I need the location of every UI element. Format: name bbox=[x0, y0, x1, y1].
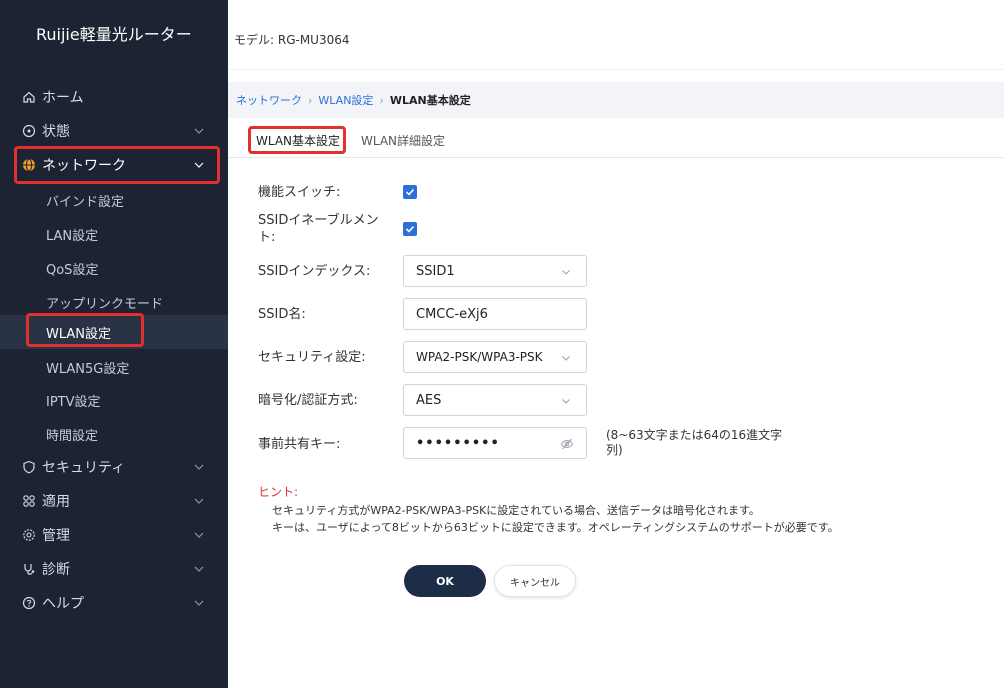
security-label: セキュリティ設定: bbox=[258, 350, 366, 365]
chevron-down-icon bbox=[562, 270, 570, 275]
chevron-down-icon bbox=[194, 464, 204, 470]
security-select[interactable]: WPA2-PSK/WPA3-PSK bbox=[403, 341, 587, 373]
ssid-name-value: CMCC-eXj6 bbox=[416, 306, 488, 322]
breadcrumb-separator: › bbox=[308, 93, 313, 107]
sidebar-item-label: ヘルプ bbox=[42, 596, 84, 612]
psk-note-line2: 列) bbox=[606, 443, 623, 457]
breadcrumb-link-wlan[interactable]: WLAN設定 bbox=[318, 92, 373, 108]
tab-wlan-basic[interactable]: WLAN基本設定 bbox=[256, 132, 340, 149]
sidebar-item-label: 管理 bbox=[42, 528, 70, 544]
check-icon bbox=[405, 225, 415, 233]
cancel-button[interactable]: キャンセル bbox=[494, 565, 576, 597]
psk-note-line1: (8~63文字または64の16進文字 bbox=[606, 428, 783, 442]
sidebar-subitem-label: WLAN5G設定 bbox=[46, 361, 130, 377]
hint-title: ヒント: bbox=[258, 485, 299, 499]
check-icon bbox=[405, 188, 415, 196]
sidebar-item-label: ネットワーク bbox=[42, 158, 126, 174]
ssid-index-select[interactable]: SSID1 bbox=[403, 255, 587, 287]
sidebar-subitem-iptv[interactable]: IPTV設定 bbox=[0, 383, 228, 417]
status-icon bbox=[22, 124, 36, 138]
breadcrumb: ネットワーク › WLAN設定 › WLAN基本設定 bbox=[228, 82, 1004, 118]
sidebar-item-label: ホーム bbox=[42, 90, 84, 106]
hint-line: キーは、ユーザによって8ビットから63ビットに設定できます。オペレーティングシス… bbox=[272, 521, 839, 534]
sidebar-subitem-uplink[interactable]: アップリンクモード bbox=[0, 285, 228, 319]
psk-note: (8~63文字または64の16進文字 列) bbox=[606, 428, 826, 458]
sidebar-item-status[interactable]: 状態 bbox=[0, 114, 228, 148]
app-root: Ruijie軽量光ルーター ホーム 状態 ネットワーク バインド設定 LAN設定… bbox=[0, 0, 1004, 688]
sidebar-subitem-wlan5g[interactable]: WLAN5G設定 bbox=[0, 350, 228, 384]
psk-label: 事前共有キー: bbox=[258, 437, 341, 452]
sidebar-subitem-label: バインド設定 bbox=[46, 194, 125, 210]
encryption-label: 暗号化/認証方式: bbox=[258, 393, 358, 408]
brand-title: Ruijie軽量光ルーター bbox=[36, 25, 192, 44]
ssid-enable-label-line2: ト: bbox=[258, 230, 276, 245]
model-label: モデル: RG-MU3064 bbox=[234, 33, 350, 47]
encryption-select[interactable]: AES bbox=[403, 384, 587, 416]
breadcrumb-separator: › bbox=[379, 93, 384, 107]
breadcrumb-current: WLAN基本設定 bbox=[389, 94, 471, 107]
chevron-down-icon bbox=[194, 600, 204, 606]
ssid-enable-label: SSIDイネーブルメン ト: bbox=[258, 212, 379, 246]
ssid-name-input[interactable]: CMCC-eXj6 bbox=[403, 298, 587, 330]
sidebar: Ruijie軽量光ルーター ホーム 状態 ネットワーク バインド設定 LAN設定… bbox=[0, 0, 228, 688]
breadcrumb-link-network[interactable]: ネットワーク bbox=[236, 92, 302, 108]
globe-icon bbox=[22, 158, 36, 172]
sidebar-subitem-label: IPTV設定 bbox=[46, 394, 101, 410]
chevron-down-icon bbox=[194, 566, 204, 572]
sidebar-subitem-label: 時間設定 bbox=[46, 428, 99, 444]
psk-value: ••••••••• bbox=[416, 435, 500, 451]
sidebar-item-security[interactable]: セキュリティ bbox=[0, 450, 228, 484]
ssid-index-value: SSID1 bbox=[416, 263, 455, 279]
sidebar-item-manage[interactable]: 管理 bbox=[0, 518, 228, 552]
sidebar-item-network[interactable]: ネットワーク bbox=[0, 148, 228, 182]
sidebar-subitem-time[interactable]: 時間設定 bbox=[0, 417, 228, 451]
help-icon bbox=[22, 596, 36, 610]
tab-wlan-advanced[interactable]: WLAN詳細設定 bbox=[361, 132, 445, 149]
sidebar-item-home[interactable]: ホーム bbox=[0, 80, 228, 114]
tab-bar: WLAN基本設定 WLAN詳細設定 bbox=[228, 124, 1004, 158]
sidebar-subitem-label: WLAN設定 bbox=[46, 326, 112, 342]
sidebar-subitem-wlan[interactable]: WLAN設定 bbox=[0, 315, 228, 349]
ssid-index-label: SSIDインデックス: bbox=[258, 264, 371, 279]
sidebar-subitem-lan[interactable]: LAN設定 bbox=[0, 217, 228, 251]
home-icon bbox=[22, 90, 36, 104]
encryption-value: AES bbox=[416, 392, 442, 408]
sidebar-subitem-qos[interactable]: QoS設定 bbox=[0, 251, 228, 285]
sidebar-item-diagnose[interactable]: 診断 bbox=[0, 552, 228, 586]
ssid-enable-label-line1: SSIDイネーブルメン bbox=[258, 213, 379, 228]
apps-icon bbox=[22, 494, 36, 508]
eye-off-icon[interactable] bbox=[560, 437, 574, 451]
chevron-down-icon bbox=[194, 532, 204, 538]
sidebar-subitem-label: QoS設定 bbox=[46, 262, 99, 278]
ssid-name-label: SSID名: bbox=[258, 307, 306, 322]
sidebar-item-label: 診断 bbox=[42, 562, 70, 578]
header-bar: モデル: RG-MU3064 bbox=[228, 10, 1004, 70]
stethoscope-icon bbox=[22, 562, 36, 576]
ok-button[interactable]: OK bbox=[404, 565, 486, 597]
sidebar-subitem-bind[interactable]: バインド設定 bbox=[0, 183, 228, 217]
chevron-down-icon bbox=[194, 162, 204, 168]
sidebar-item-label: セキュリティ bbox=[42, 460, 126, 476]
hint-line: セキュリティ方式がWPA2-PSK/WPA3-PSKに設定されている場合、送信デ… bbox=[272, 504, 760, 517]
chevron-down-icon bbox=[562, 356, 570, 361]
sidebar-item-label: 状態 bbox=[42, 124, 70, 140]
psk-input[interactable]: ••••••••• bbox=[403, 427, 587, 459]
sidebar-item-apps[interactable]: 適用 bbox=[0, 484, 228, 518]
chevron-down-icon bbox=[194, 128, 204, 134]
gear-icon bbox=[22, 528, 36, 542]
sidebar-subitem-label: LAN設定 bbox=[46, 228, 99, 244]
sidebar-subitem-label: アップリンクモード bbox=[46, 296, 164, 312]
ssid-enable-checkbox[interactable] bbox=[403, 222, 417, 236]
security-value: WPA2-PSK/WPA3-PSK bbox=[416, 350, 543, 364]
chevron-down-icon bbox=[562, 399, 570, 404]
shield-icon bbox=[22, 460, 36, 474]
function-switch-checkbox[interactable] bbox=[403, 185, 417, 199]
sidebar-item-label: 適用 bbox=[42, 494, 70, 510]
function-switch-label: 機能スイッチ: bbox=[258, 185, 341, 200]
sidebar-item-help[interactable]: ヘルプ bbox=[0, 586, 228, 620]
chevron-down-icon bbox=[194, 498, 204, 504]
